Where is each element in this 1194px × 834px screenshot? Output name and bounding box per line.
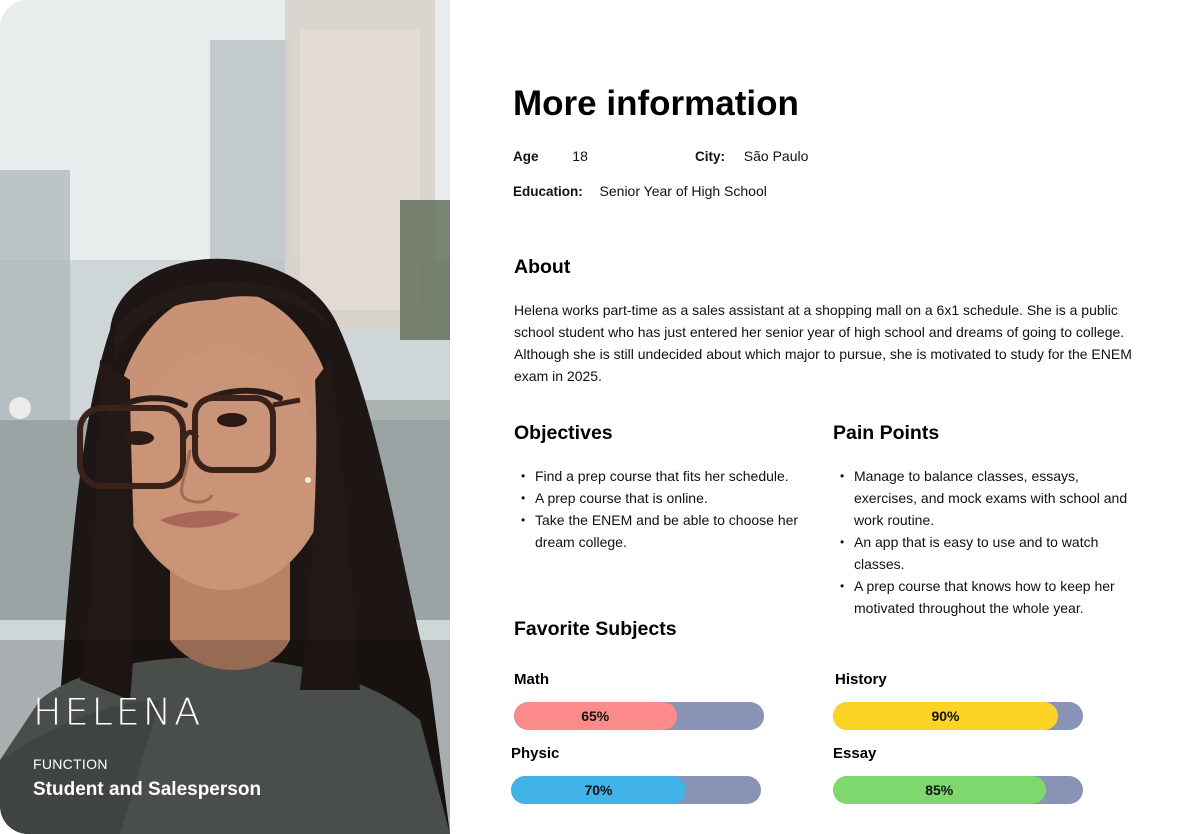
- progress-label-math: 65%: [581, 708, 610, 724]
- city-value: São Paulo: [743, 148, 809, 164]
- age-row: Age 18: [513, 148, 588, 164]
- list-item: An app that is easy to use and to watch …: [833, 531, 1138, 575]
- list-item: Take the ENEM and be able to choose her …: [514, 509, 804, 553]
- education-label: Education:: [513, 184, 583, 199]
- progress-bar-math: 65%: [514, 702, 764, 730]
- subject-label-history: History: [835, 671, 887, 688]
- objectives-heading: Objectives: [514, 422, 613, 444]
- city-label: City:: [695, 149, 725, 164]
- about-heading: About: [514, 256, 571, 278]
- age-label: Age: [513, 149, 539, 164]
- pain-points-list: Manage to balance classes, essays, exerc…: [833, 465, 1138, 619]
- city-row: City: São Paulo: [695, 148, 808, 164]
- progress-bar-history: 90%: [833, 702, 1083, 730]
- subject-label-physic: Physic: [511, 745, 560, 762]
- age-value: 18: [572, 148, 588, 164]
- list-item: Find a prep course that fits her schedul…: [514, 465, 804, 487]
- function-label: FUNCTION: [33, 756, 108, 772]
- progress-bar-essay: 85%: [833, 776, 1083, 804]
- education-value: Senior Year of High School: [599, 183, 767, 199]
- subject-label-math: Math: [514, 671, 549, 688]
- list-item: Manage to balance classes, essays, exerc…: [833, 465, 1138, 531]
- list-item: A prep course that knows how to keep her…: [833, 575, 1138, 619]
- objectives-list: Find a prep course that fits her schedul…: [514, 465, 804, 553]
- progress-label-essay: 85%: [925, 782, 954, 798]
- list-item: A prep course that is online.: [514, 487, 804, 509]
- persona-card: HELENA FUNCTION Student and Salesperson …: [0, 0, 1194, 834]
- progress-bar-physic: 70%: [511, 776, 761, 804]
- pain-points-heading: Pain Points: [833, 422, 940, 444]
- progress-label-physic: 70%: [584, 782, 613, 798]
- function-value: Student and Salesperson: [33, 779, 262, 800]
- persona-photo: HELENA FUNCTION Student and Salesperson: [0, 0, 450, 834]
- progress-label-history: 90%: [931, 708, 960, 724]
- favorite-subjects-heading: Favorite Subjects: [514, 618, 677, 640]
- subject-label-essay: Essay: [833, 745, 877, 762]
- section-title: More information: [513, 84, 799, 123]
- persona-name: HELENA: [33, 691, 204, 733]
- about-text: Helena works part-time as a sales assist…: [514, 302, 1132, 384]
- education-row: Education: Senior Year of High School: [513, 183, 767, 199]
